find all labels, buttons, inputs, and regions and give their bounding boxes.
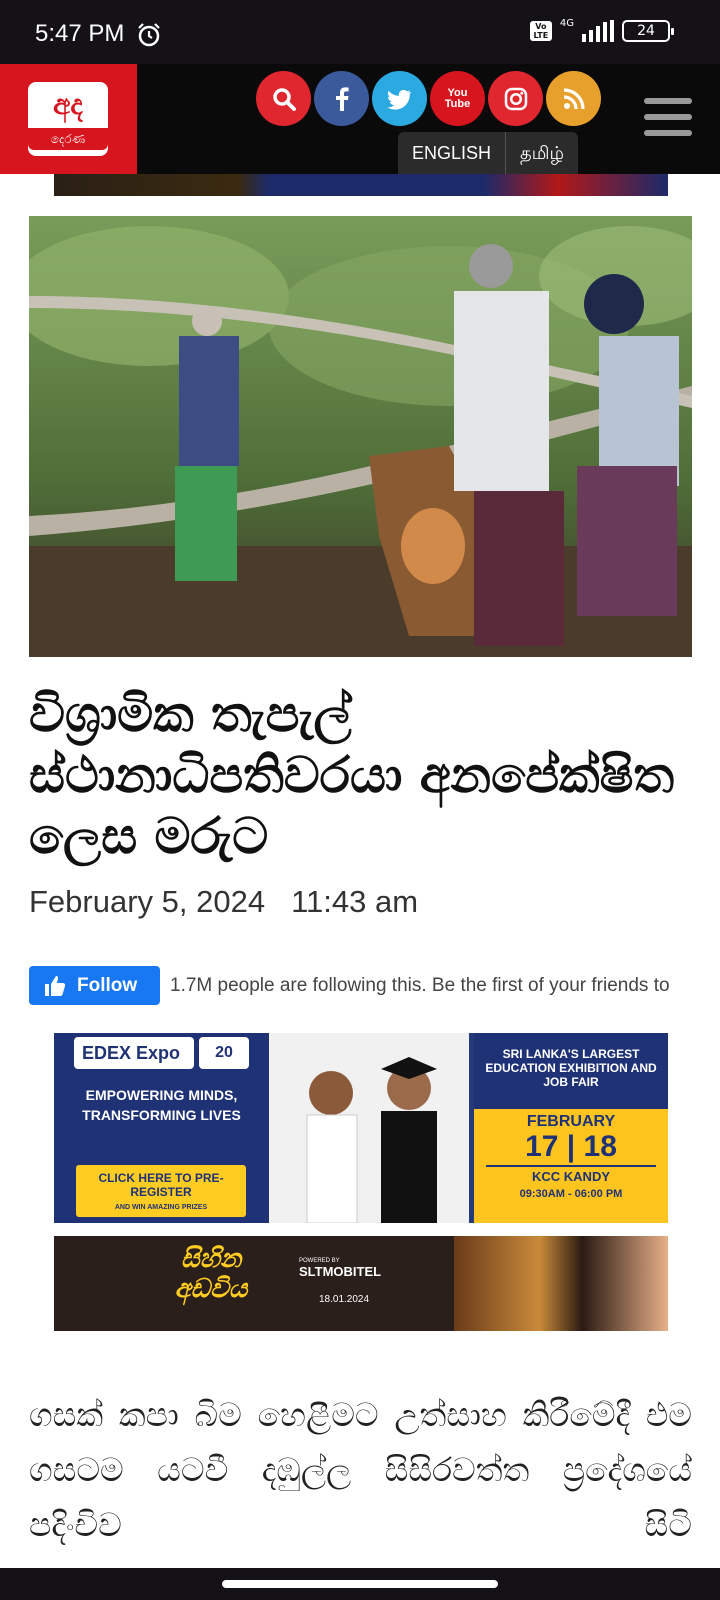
show-cast-photo [454, 1236, 668, 1331]
lang-tamil-link[interactable]: தமிழ் [505, 132, 578, 174]
follow-label: Follow [77, 974, 138, 996]
logo-badge: අද දෙරණ [28, 82, 108, 156]
edex-hours: 09:30AM - 06:00 PM [519, 1188, 623, 1200]
language-switcher: ENGLISH தமிழ் [398, 132, 578, 174]
youtube-label: You Tube [444, 86, 471, 110]
volte-icon: Vo LTE [529, 21, 552, 41]
edex-month: FEBRUARY [526, 1113, 616, 1130]
thumbs-up-icon [45, 975, 66, 996]
search-icon[interactable] [256, 71, 311, 126]
edex-logo: EDEX Expo [74, 1037, 194, 1069]
status-bar: 5:47 PM Vo LTE 4G 24 [0, 0, 720, 64]
article-datetime: February 5, 2024 11:43 am [29, 884, 418, 920]
site-logo[interactable]: අද දෙරණ [0, 64, 137, 174]
twitter-icon[interactable] [372, 71, 427, 126]
edex-headline: SRI LANKA'S LARGEST EDUCATION EXHIBITION… [474, 1033, 668, 1109]
edex-left-panel: EDEX Expo 20 EMPOWERING MINDS, TRANSFORM… [54, 1033, 269, 1223]
hamburger-menu-icon[interactable] [644, 98, 692, 136]
network-type: 4G [559, 17, 574, 29]
edex-preregister-button[interactable]: CLICK HERE TO PRE-REGISTER AND WIN AMAZI… [76, 1165, 246, 1217]
article-time: 11:43 am [291, 884, 419, 919]
article-date: February 5, 2024 [29, 884, 266, 919]
facebook-follow-widget: Follow 1.7M people are following this. B… [29, 966, 720, 1005]
home-gesture-pill[interactable] [222, 1580, 498, 1588]
edex-slogan: EMPOWERING MINDS, TRANSFORMING LIVES [82, 1087, 241, 1123]
status-indicators: Vo LTE 4G 24 [529, 17, 674, 42]
edex-days: 17 | 18 [525, 1130, 617, 1163]
follow-count-text: 1.7M people are following this. Be the f… [170, 974, 670, 996]
instagram-icon[interactable] [488, 71, 543, 126]
logo-bottom-text: දෙරණ [28, 128, 108, 150]
facebook-icon[interactable] [314, 71, 369, 126]
lang-english-link[interactable]: ENGLISH [398, 132, 505, 174]
show-date: 18.01.2024 [319, 1294, 370, 1305]
article-image [29, 216, 692, 657]
article-title: විශ්‍රාමික තැපැල් ස්ථානාධිපතිවරයා අනපේක්… [29, 685, 675, 865]
status-time: 5:47 PM [35, 20, 125, 47]
alarm-icon [138, 23, 160, 47]
social-row: You Tube [256, 71, 601, 126]
show-title: සිහින අඩවිය [174, 1244, 248, 1304]
facebook-follow-button[interactable]: Follow [29, 966, 160, 1005]
show-sponsor-name: SLTMOBITEL [299, 1264, 382, 1279]
show-sponsor: POWERED BY SLTMOBITEL [299, 1258, 381, 1279]
edex-event-info: SRI LANKA'S LARGEST EDUCATION EXHIBITION… [474, 1033, 668, 1223]
show-ad[interactable]: සිහින අඩවිය POWERED BY SLTMOBITEL 18.01.… [54, 1236, 668, 1331]
top-ad-banner[interactable] [54, 174, 668, 196]
article-body: ගසක් කපා බිම හෙළීමට උත්සාහ කිරීමේදී එම ග… [29, 1395, 692, 1544]
logo-top-text: අද [53, 88, 83, 121]
edex-expo-ad[interactable]: EDEX Expo 20 EMPOWERING MINDS, TRANSFORM… [54, 1033, 668, 1223]
edex-cta-label: CLICK HERE TO PRE-REGISTER [98, 1171, 224, 1199]
youtube-icon[interactable]: You Tube [430, 71, 485, 126]
edex-cta-small: AND WIN AMAZING PRIZES [114, 1204, 208, 1211]
edex-anniversary-badge: 20 [199, 1037, 249, 1069]
edex-students-photo [269, 1033, 469, 1223]
battery-icon: 24 [622, 20, 674, 42]
gesture-nav-bar [0, 1568, 720, 1600]
site-header: අද දෙරණ You Tube ENGLISH தமிழ் [0, 64, 720, 174]
signal-icon [582, 20, 614, 42]
edex-venue: KCC KANDY [486, 1165, 656, 1184]
rss-icon[interactable] [546, 71, 601, 126]
screen: 5:47 PM Vo LTE 4G 24 අද දෙරණ You Tube EN… [0, 0, 720, 1600]
